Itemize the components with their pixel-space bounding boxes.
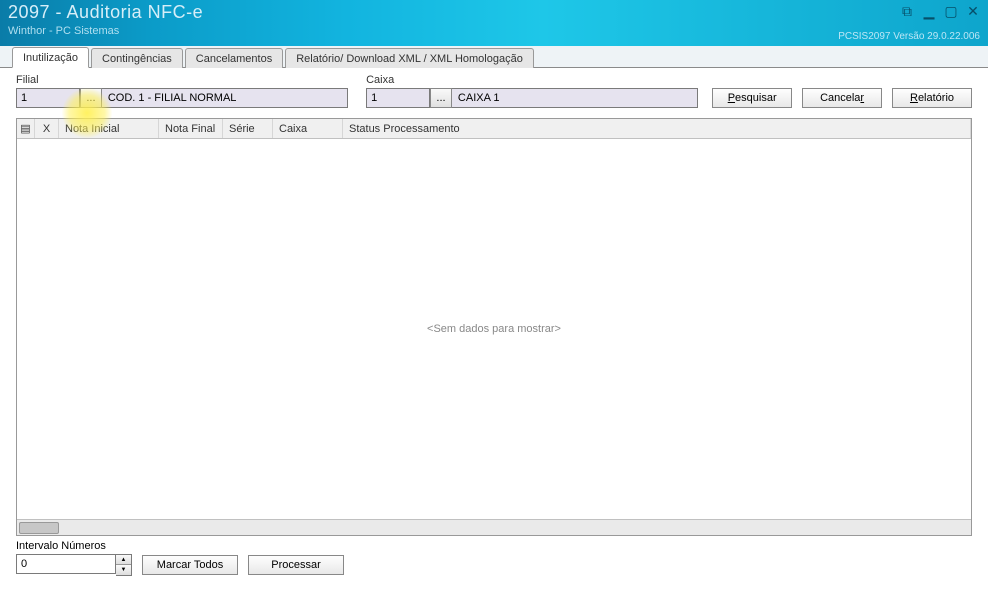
tab-cancelamentos[interactable]: Cancelamentos (185, 48, 283, 68)
version-label: PCSIS2097 Versão 29.0.22.006 (838, 31, 980, 42)
grid-col-caixa[interactable]: Caixa (273, 119, 343, 138)
marcar-todos-button[interactable]: Marcar Todos (142, 555, 238, 575)
relatorio-button[interactable]: Relatório (892, 88, 972, 108)
filial-display: COD. 1 - FILIAL NORMAL (102, 88, 348, 108)
tab-contingencias[interactable]: Contingências (91, 48, 183, 68)
grid-col-x[interactable]: X (35, 119, 59, 138)
filial-label: Filial (16, 74, 80, 86)
title-bar: 2097 - Auditoria NFC-e Winthor - PC Sist… (0, 0, 988, 46)
spinner-down-button[interactable]: ▼ (116, 565, 131, 575)
filter-panel: Filial ... COD. 1 - FILIAL NORMAL Caixa … (0, 68, 988, 118)
bottom-panel: Intervalo Números ▲ ▼ Marcar Todos Proce… (0, 536, 988, 580)
caixa-label: Caixa (366, 74, 430, 86)
close-icon[interactable]: ✕ (964, 4, 982, 20)
scrollbar-thumb[interactable] (19, 522, 59, 534)
intervalo-spinner: ▲ ▼ (16, 554, 132, 576)
minimize-icon[interactable]: ▁ (920, 4, 938, 20)
filial-input[interactable] (16, 88, 80, 108)
grid-header: ▤ X Nota Inicial Nota Final Série Caixa … (17, 119, 971, 139)
grid-horizontal-scrollbar[interactable] (17, 519, 971, 535)
tab-inutilizacao[interactable]: Inutilização (12, 47, 89, 68)
app-subtitle: Winthor - PC Sistemas (8, 25, 980, 37)
caixa-display: CAIXA 1 (452, 88, 698, 108)
data-grid: ▤ X Nota Inicial Nota Final Série Caixa … (16, 118, 972, 536)
tab-relatorio-xml[interactable]: Relatório/ Download XML / XML Homologaçã… (285, 48, 534, 68)
grid-col-nota-final[interactable]: Nota Final (159, 119, 223, 138)
grid-menu-icon[interactable]: ▤ (17, 119, 35, 138)
maximize-icon[interactable]: ▢ (942, 4, 960, 20)
tab-bar: Inutilização Contingências Cancelamentos… (0, 46, 988, 68)
grid-empty-text: <Sem dados para mostrar> (427, 323, 561, 335)
processar-button[interactable]: Processar (248, 555, 344, 575)
caixa-lookup-button[interactable]: ... (430, 88, 452, 108)
intervalo-input[interactable] (16, 554, 116, 574)
grid-col-serie[interactable]: Série (223, 119, 273, 138)
spinner-up-button[interactable]: ▲ (116, 555, 131, 565)
window-controls: ⧉ ▁ ▢ ✕ (898, 4, 982, 20)
popout-icon[interactable]: ⧉ (898, 4, 916, 20)
grid-col-status[interactable]: Status Processamento (343, 119, 971, 138)
app-title: 2097 - Auditoria NFC-e (8, 2, 980, 23)
grid-col-nota-inicial[interactable]: Nota Inicial (59, 119, 159, 138)
filial-lookup-button[interactable]: ... (80, 88, 102, 108)
grid-body: <Sem dados para mostrar> (17, 139, 971, 519)
caixa-input[interactable] (366, 88, 430, 108)
pesquisar-button[interactable]: Pesquisar (712, 88, 792, 108)
cancelar-button[interactable]: Cancelar (802, 88, 882, 108)
intervalo-label: Intervalo Números (16, 540, 972, 552)
